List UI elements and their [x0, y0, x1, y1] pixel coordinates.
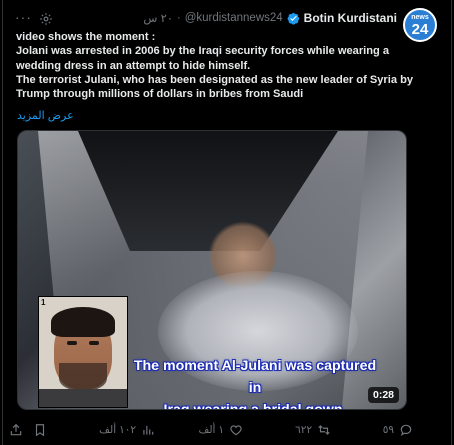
tweet-line: Jolani was arrested in 2006 by the Iraqi…	[16, 45, 390, 58]
tweet-line: video shows the moment :	[16, 31, 156, 43]
display-name[interactable]: Botin Kurdistani	[304, 11, 397, 25]
reply-count: ٥٩	[382, 424, 394, 436]
name-row: Botin Kurdistani @kurdistannews24 · ٢٠ س	[143, 11, 397, 25]
tweet-card[interactable]: news 24 Botin Kurdistani @kurdistannews2…	[2, 0, 452, 445]
video-caption: The moment Al-Julani was captured in Ira…	[130, 355, 380, 410]
views-count: ١٠٢ ألف	[99, 424, 136, 436]
video-player[interactable]: 1 The moment Al-Julani was captured in I…	[17, 130, 407, 410]
inset-hair	[51, 307, 115, 337]
inset-beard	[59, 363, 107, 391]
tweet-line: The terrorist Julani, who has been desig…	[16, 73, 414, 86]
like-icon	[230, 425, 242, 436]
reply-icon	[400, 424, 412, 436]
tweet-line: wedding dress in an attempt to hide hims…	[16, 59, 251, 72]
video-duration: 0:28	[368, 387, 400, 403]
reply-button[interactable]: ٥٩	[383, 423, 413, 437]
share-button[interactable]	[9, 423, 23, 437]
like-count: ١ ألف	[198, 424, 224, 436]
inset-eye	[89, 341, 99, 345]
user-handle[interactable]: @kurdistannews24	[185, 12, 283, 24]
retweet-count: ٦٢٢	[295, 424, 312, 436]
inset-eye	[67, 341, 77, 345]
retweet-button[interactable]: ٦٢٢	[295, 423, 331, 437]
tweet-line: Trump through millions of dollars in bri…	[16, 88, 304, 101]
views-icon	[143, 425, 154, 435]
views-button[interactable]: ١٠٢ ألف	[99, 423, 155, 437]
caption-line: Iraq wearing a bridal gown.	[163, 402, 347, 410]
bookmark-button[interactable]	[33, 423, 47, 437]
bookmark-icon	[35, 424, 45, 437]
inset-corner-label: 1	[41, 298, 46, 307]
retweet-icon	[318, 425, 330, 435]
tweet-text: video shows the moment : Jolani was arre…	[16, 30, 436, 101]
more-icon[interactable]: ···	[15, 9, 32, 25]
action-bar: ٥٩ ٦٢٢ ١ ألف ١٠٢ ألف	[10, 420, 443, 440]
tweet-header: news 24 Botin Kurdistani @kurdistannews2…	[3, 8, 443, 42]
caption-line: The moment Al-Julani was captured in	[133, 358, 377, 396]
verified-badge-icon	[287, 12, 299, 25]
separator-dot: ·	[177, 12, 181, 24]
share-icon	[10, 423, 22, 436]
show-more-link[interactable]: عرض المزيد	[17, 109, 74, 122]
inset-shirt	[39, 389, 127, 407]
settings-icon[interactable]	[39, 12, 53, 26]
like-button[interactable]: ١ ألف	[198, 423, 243, 437]
timestamp[interactable]: ٢٠ س	[143, 11, 173, 25]
inset-photo: 1	[38, 296, 128, 408]
